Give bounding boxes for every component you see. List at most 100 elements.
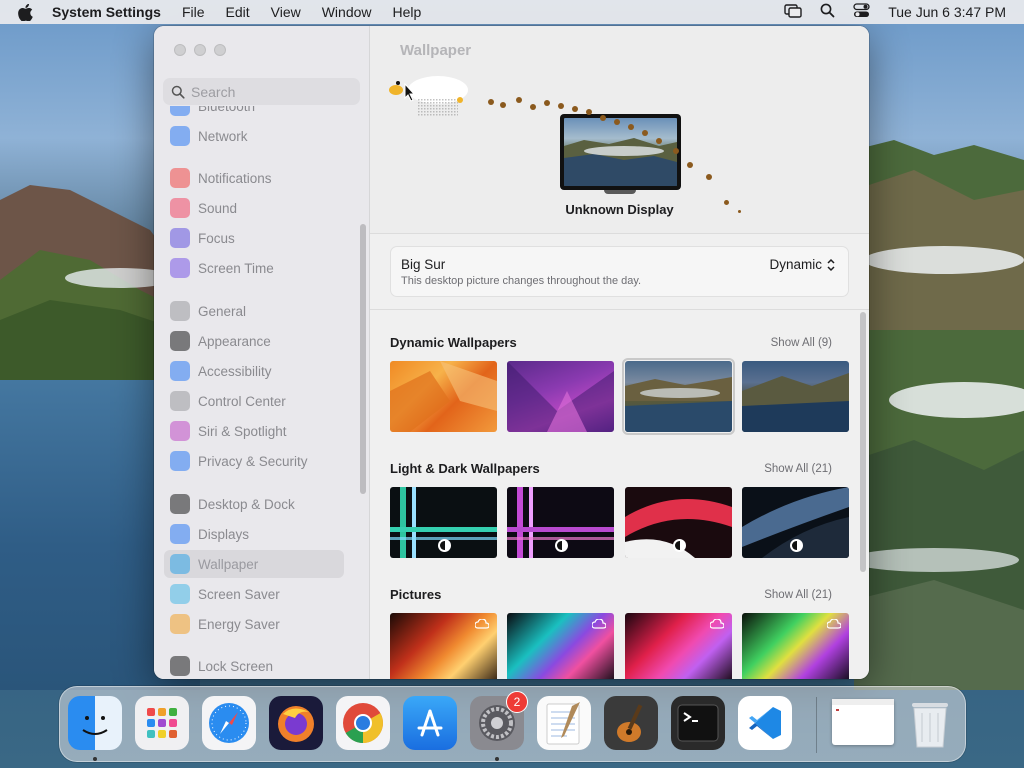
pane-title: Wallpaper xyxy=(400,42,472,59)
window-menu[interactable]: Window xyxy=(322,4,372,20)
running-indicator xyxy=(93,757,97,761)
sidebar-item-sound[interactable]: Sound xyxy=(164,194,344,222)
lock-icon xyxy=(170,656,190,676)
sidebar-item-screen-saver[interactable]: Screen Saver xyxy=(164,580,344,608)
trail-dot xyxy=(544,100,550,106)
firefox-icon[interactable] xyxy=(269,696,323,750)
show-all-pictures-button[interactable]: Show All (21) xyxy=(764,589,832,601)
wallpaper-thumb[interactable] xyxy=(390,487,497,558)
garageband-icon[interactable] xyxy=(604,696,658,750)
sidebar-item-control-center[interactable]: Control Center xyxy=(164,387,344,415)
screensaver-icon xyxy=(170,584,190,604)
sidebar-item-energy-saver[interactable]: Energy Saver xyxy=(164,610,344,638)
trail-dot xyxy=(614,119,620,125)
spotlight-search-icon[interactable] xyxy=(820,3,835,21)
wallpaper-thumb[interactable] xyxy=(390,361,497,432)
desktop-mountains-left xyxy=(0,185,180,380)
sidebar-item-accessibility[interactable]: Accessibility xyxy=(164,357,344,385)
trash-icon[interactable] xyxy=(903,696,957,750)
download-cloud-icon xyxy=(710,619,724,629)
close-button[interactable] xyxy=(174,44,186,56)
wallpaper-thumb[interactable] xyxy=(742,487,849,558)
display-preview-area: Wallpaper Unknown Display xyxy=(370,26,869,234)
app-menu[interactable]: System Settings xyxy=(52,4,161,20)
hand-icon xyxy=(170,451,190,471)
menu-clock[interactable]: Tue Jun 6 3:47 PM xyxy=(888,4,1006,20)
trail-dot xyxy=(600,115,606,121)
wallpaper-thumb[interactable] xyxy=(507,487,614,558)
wallpaper-thumb[interactable] xyxy=(625,487,732,558)
screen-mirroring-icon[interactable] xyxy=(784,3,802,21)
sidebar-item-label: Screen Time xyxy=(198,260,274,276)
wallpaper-thumb[interactable] xyxy=(742,361,849,432)
sidebar-item-desktop-dock[interactable]: Desktop & Dock xyxy=(164,490,344,518)
dragged-item-icon xyxy=(389,76,468,116)
chevron-updown-icon xyxy=(827,258,835,271)
globe-icon xyxy=(170,126,190,146)
sidebar-item-label: Desktop & Dock xyxy=(198,496,295,512)
sidebar-scrollbar[interactable] xyxy=(360,224,366,494)
app-store-icon[interactable] xyxy=(403,696,457,750)
accessibility-icon xyxy=(170,361,190,381)
trail-dot xyxy=(673,148,679,154)
running-indicator xyxy=(495,757,499,761)
wallpaper-thumb[interactable] xyxy=(507,613,614,679)
sidebar-item-focus[interactable]: Focus xyxy=(164,224,344,252)
apple-menu-icon[interactable] xyxy=(18,3,36,21)
vscode-icon[interactable] xyxy=(738,696,792,750)
siri-icon xyxy=(170,421,190,441)
edit-menu[interactable]: Edit xyxy=(226,4,250,20)
wallpaper-thumb[interactable] xyxy=(507,361,614,432)
minimized-window-thumbnail[interactable] xyxy=(832,699,894,745)
control-center-icon xyxy=(170,391,190,411)
content-scrollbar[interactable] xyxy=(860,312,866,572)
sidebar-item-siri-spotlight[interactable]: Siri & Spotlight xyxy=(164,417,344,445)
control-center-icon[interactable] xyxy=(853,3,870,21)
trail-dot xyxy=(687,162,693,168)
sidebar-item-privacy-security[interactable]: Privacy & Security xyxy=(164,447,344,475)
sidebar-item-appearance[interactable]: Appearance xyxy=(164,327,344,355)
trail-dot xyxy=(488,99,494,105)
search-placeholder: Search xyxy=(191,83,236,100)
sidebar-item-label: Control Center xyxy=(198,393,286,409)
launchpad-icon[interactable] xyxy=(135,696,189,750)
show-all-dynamic-button[interactable]: Show All (9) xyxy=(771,337,832,349)
terminal-icon[interactable] xyxy=(671,696,725,750)
sidebar-item-lock-screen[interactable]: Lock Screen xyxy=(164,652,344,679)
chrome-icon[interactable] xyxy=(336,696,390,750)
textedit-icon[interactable] xyxy=(537,696,591,750)
sidebar-item-wallpaper[interactable]: Wallpaper xyxy=(164,550,344,578)
system-settings-window: Search Bluetooth Network Notifications Soun… xyxy=(154,26,869,679)
sidebar-item-screen-time[interactable]: Screen Time xyxy=(164,254,344,282)
sidebar-item-notifications[interactable]: Notifications xyxy=(164,164,344,192)
wallpaper-mode-popup[interactable]: Dynamic xyxy=(769,257,836,272)
trail-dot xyxy=(724,200,729,205)
display-preview[interactable] xyxy=(560,114,681,190)
search-field[interactable]: Search xyxy=(163,78,360,105)
sidebar-item-label: Appearance xyxy=(198,333,271,349)
current-wallpaper-card: Big Sur This desktop picture changes thr… xyxy=(390,246,849,297)
minimize-button[interactable] xyxy=(194,44,206,56)
sidebar-item-general[interactable]: General xyxy=(164,297,344,325)
trail-dot xyxy=(500,102,506,108)
wallpaper-thumb[interactable] xyxy=(625,613,732,679)
view-menu[interactable]: View xyxy=(271,4,301,20)
zoom-button[interactable] xyxy=(214,44,226,56)
sidebar-item-network[interactable]: Network xyxy=(164,122,344,150)
finder-icon[interactable] xyxy=(68,696,122,750)
file-menu[interactable]: File xyxy=(182,4,205,20)
sidebar-item-label: Network xyxy=(198,128,248,144)
moon-icon xyxy=(170,228,190,248)
hourglass-icon xyxy=(170,258,190,278)
wallpaper-thumb-selected[interactable] xyxy=(622,358,735,435)
show-all-light-dark-button[interactable]: Show All (21) xyxy=(764,463,832,475)
speaker-icon xyxy=(170,198,190,218)
safari-icon[interactable] xyxy=(202,696,256,750)
sidebar-item-displays[interactable]: Displays xyxy=(164,520,344,548)
sidebar-item-bluetooth[interactable]: Bluetooth xyxy=(164,106,344,120)
wallpaper-thumb[interactable] xyxy=(742,613,849,679)
sidebar-item-label: Notifications xyxy=(198,170,272,186)
help-menu[interactable]: Help xyxy=(393,4,422,20)
gear-icon xyxy=(170,301,190,321)
wallpaper-thumb[interactable] xyxy=(390,613,497,679)
